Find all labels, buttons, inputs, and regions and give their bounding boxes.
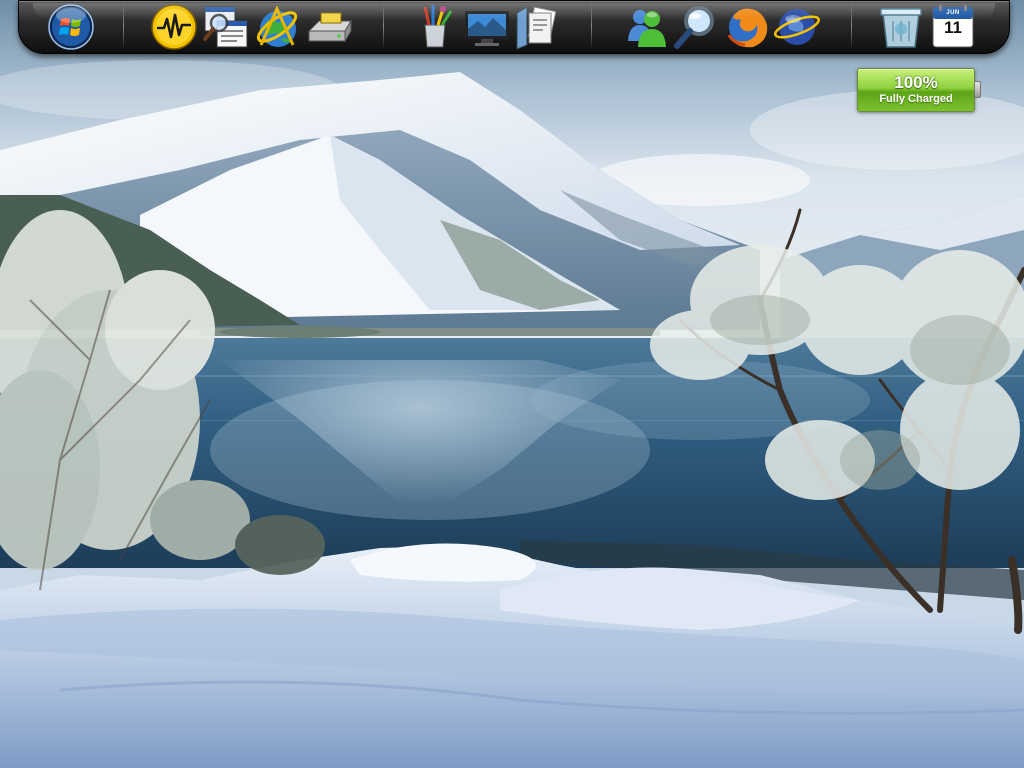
- battery-percent: 100%: [894, 73, 938, 92]
- paint-tools-icon[interactable]: [411, 3, 459, 51]
- activity-monitor-icon[interactable]: [150, 3, 198, 51]
- dock-separator: [383, 3, 384, 49]
- calendar-icon[interactable]: JUN 11: [929, 3, 977, 51]
- battery-terminal: [974, 81, 981, 98]
- dock-separator: [591, 3, 592, 49]
- start-orb-icon[interactable]: [47, 3, 95, 51]
- network-globe-icon[interactable]: [773, 3, 821, 51]
- documents-icon[interactable]: [513, 3, 561, 51]
- dock-separator: [851, 3, 852, 49]
- dock-separator: [123, 3, 124, 49]
- process-explorer-icon[interactable]: [201, 3, 249, 51]
- calendar-day: 11: [944, 18, 962, 37]
- application-dock: JUN 11: [18, 0, 1010, 54]
- battery-widget[interactable]: 100% Fully Charged: [857, 68, 981, 112]
- firefox-icon[interactable]: [723, 3, 771, 51]
- battery-status: Fully Charged: [879, 93, 953, 105]
- search-icon[interactable]: [671, 3, 719, 51]
- calendar-month: JUN: [946, 10, 960, 16]
- drive-icon[interactable]: [305, 3, 353, 51]
- display-settings-icon[interactable]: [463, 3, 511, 51]
- internet-globe-icon[interactable]: [253, 3, 301, 51]
- desktop-wallpaper: [0, 0, 1024, 768]
- messenger-icon[interactable]: [623, 3, 671, 51]
- recycle-bin-icon[interactable]: [877, 3, 925, 51]
